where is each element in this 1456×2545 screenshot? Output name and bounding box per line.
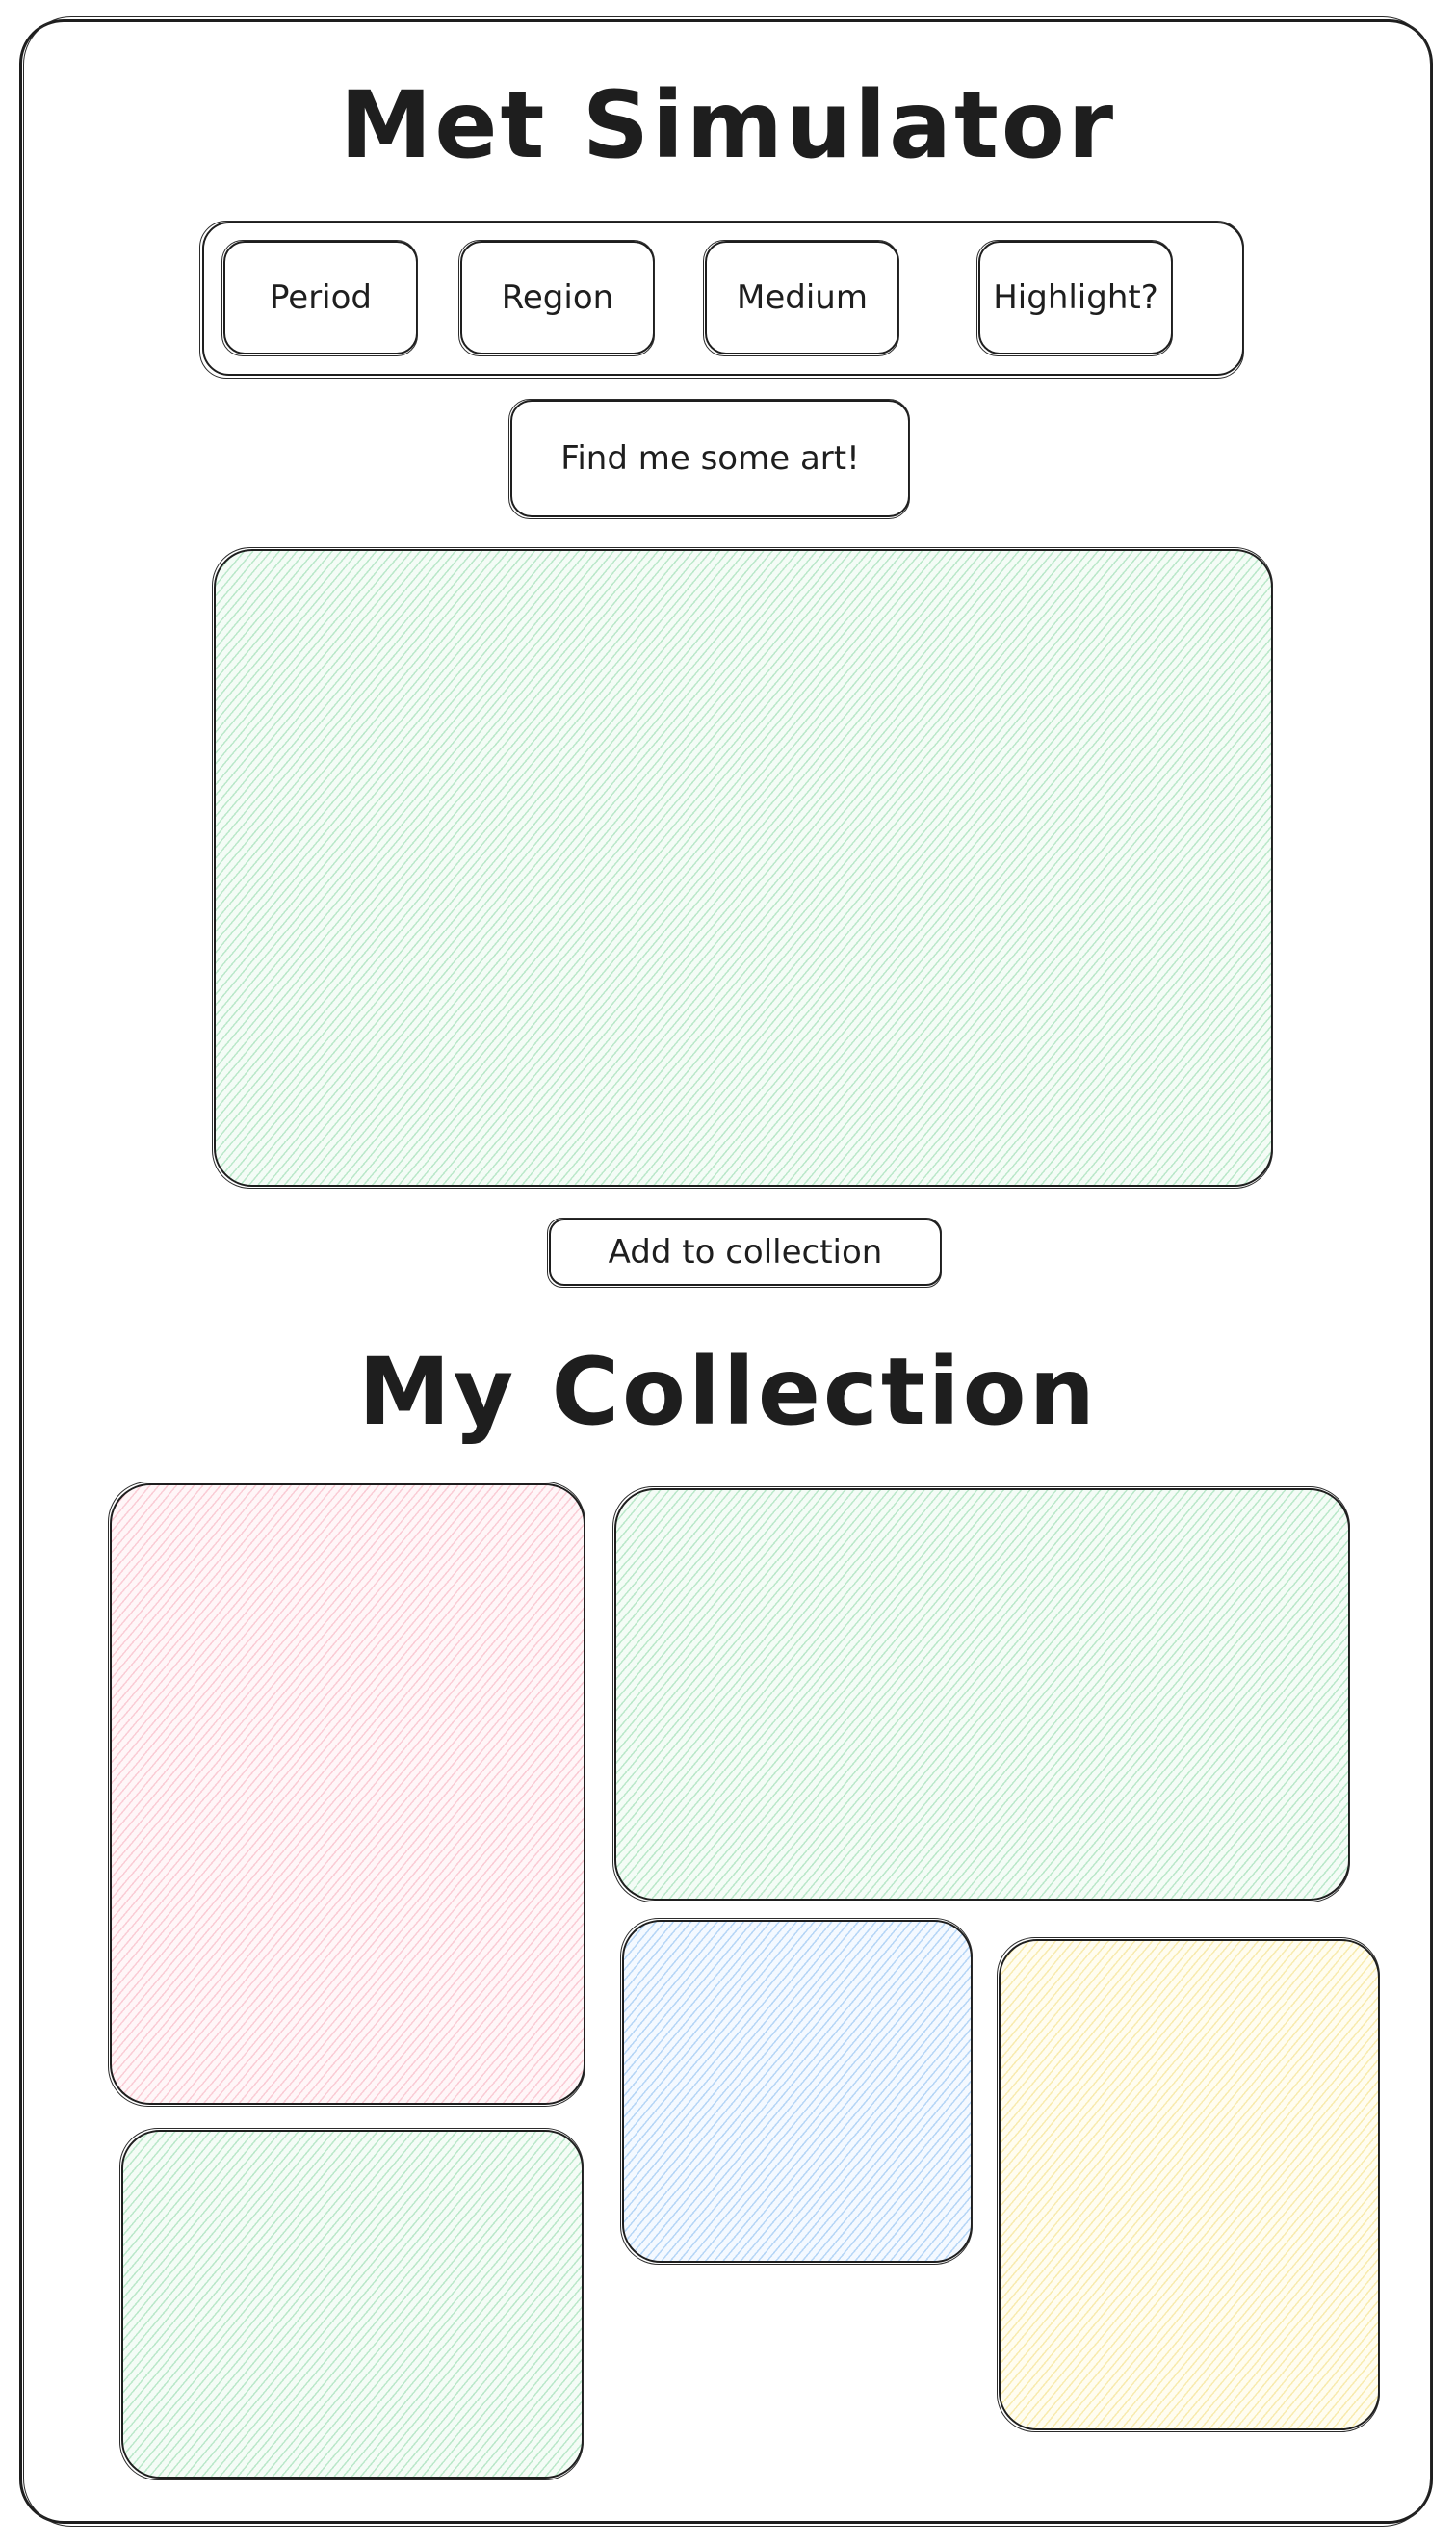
collection-artwork[interactable] (612, 1486, 1350, 1902)
featured-artwork (212, 547, 1273, 1189)
medium-filter-button[interactable]: Medium (703, 240, 899, 356)
add-to-collection-button[interactable]: Add to collection (547, 1218, 942, 1288)
region-filter-button[interactable]: Region (458, 240, 655, 356)
period-filter-button[interactable]: Period (221, 240, 418, 356)
page-title: Met Simulator (339, 71, 1117, 179)
collection-artwork[interactable] (119, 2128, 584, 2480)
collection-artwork[interactable] (997, 1937, 1380, 2432)
find-art-button[interactable]: Find me some art! (508, 399, 910, 519)
highlight-filter-button[interactable]: Highlight? (976, 240, 1173, 356)
collection-artwork[interactable] (108, 1482, 585, 2107)
collection-title: My Collection (358, 1338, 1098, 1446)
collection-artwork[interactable] (620, 1918, 973, 2265)
